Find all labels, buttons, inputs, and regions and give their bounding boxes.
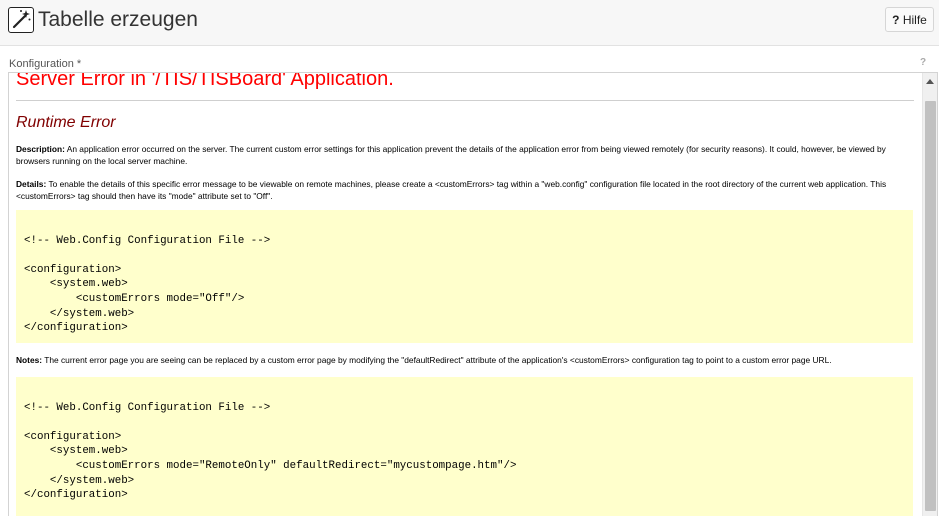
code-line: <!-- Web.Config Configuration File -->: [24, 234, 271, 247]
code-line: <customErrors mode="RemoteOnly" defaultR…: [24, 459, 517, 472]
description-label: Description:: [16, 144, 65, 154]
notes-paragraph: Notes: The current error page you are se…: [16, 355, 909, 367]
code-line: </configuration>: [24, 322, 128, 335]
app-header: Tabelle erzeugen ? Hilfe: [0, 0, 939, 46]
code-line: <system.web>: [24, 278, 128, 291]
code-block-config-remote-only: <!-- Web.Config Configuration File --> <…: [16, 377, 913, 516]
description-text: An application error occurred on the ser…: [16, 144, 886, 166]
code-line: </system.web>: [24, 307, 135, 320]
details-label: Details:: [16, 179, 47, 189]
configuration-field-label: Konfiguration *: [9, 58, 82, 70]
page-title: Tabelle erzeugen: [38, 8, 198, 31]
code-line: <configuration>: [24, 263, 122, 276]
magic-wand-icon: [8, 7, 34, 33]
scroll-up-arrow-icon[interactable]: [926, 79, 934, 84]
vertical-scrollbar[interactable]: [922, 73, 937, 516]
code-line: </configuration>: [24, 489, 128, 502]
question-icon: ?: [892, 13, 900, 27]
code-line: <!-- Web.Config Configuration File -->: [24, 401, 271, 414]
code-line: <configuration>: [24, 430, 122, 443]
details-text: To enable the details of this specific e…: [16, 179, 887, 201]
field-help-icon[interactable]: ?: [920, 57, 926, 68]
error-page-content: Server Error in '/TIS/TISBoard' Applicat…: [9, 73, 922, 516]
code-line: </system.web>: [24, 474, 135, 487]
scrollbar-thumb[interactable]: [925, 101, 936, 511]
divider: [16, 100, 914, 101]
details-paragraph: Details: To enable the details of this s…: [16, 179, 909, 202]
notes-text: The current error page you are seeing ca…: [42, 355, 832, 365]
configuration-preview-frame[interactable]: Server Error in '/TIS/TISBoard' Applicat…: [8, 72, 938, 516]
notes-label: Notes:: [16, 355, 43, 365]
code-line: <customErrors mode="Off"/>: [24, 292, 245, 305]
help-button[interactable]: ? Hilfe: [885, 7, 934, 32]
code-line: <system.web>: [24, 445, 128, 458]
help-button-label: Hilfe: [902, 13, 927, 27]
code-block-config-off: <!-- Web.Config Configuration File --> <…: [16, 210, 913, 343]
error-title: Server Error in '/TIS/TISBoard' Applicat…: [16, 73, 394, 90]
description-paragraph: Description: An application error occurr…: [16, 144, 909, 167]
error-subtitle: Runtime Error: [16, 114, 116, 131]
